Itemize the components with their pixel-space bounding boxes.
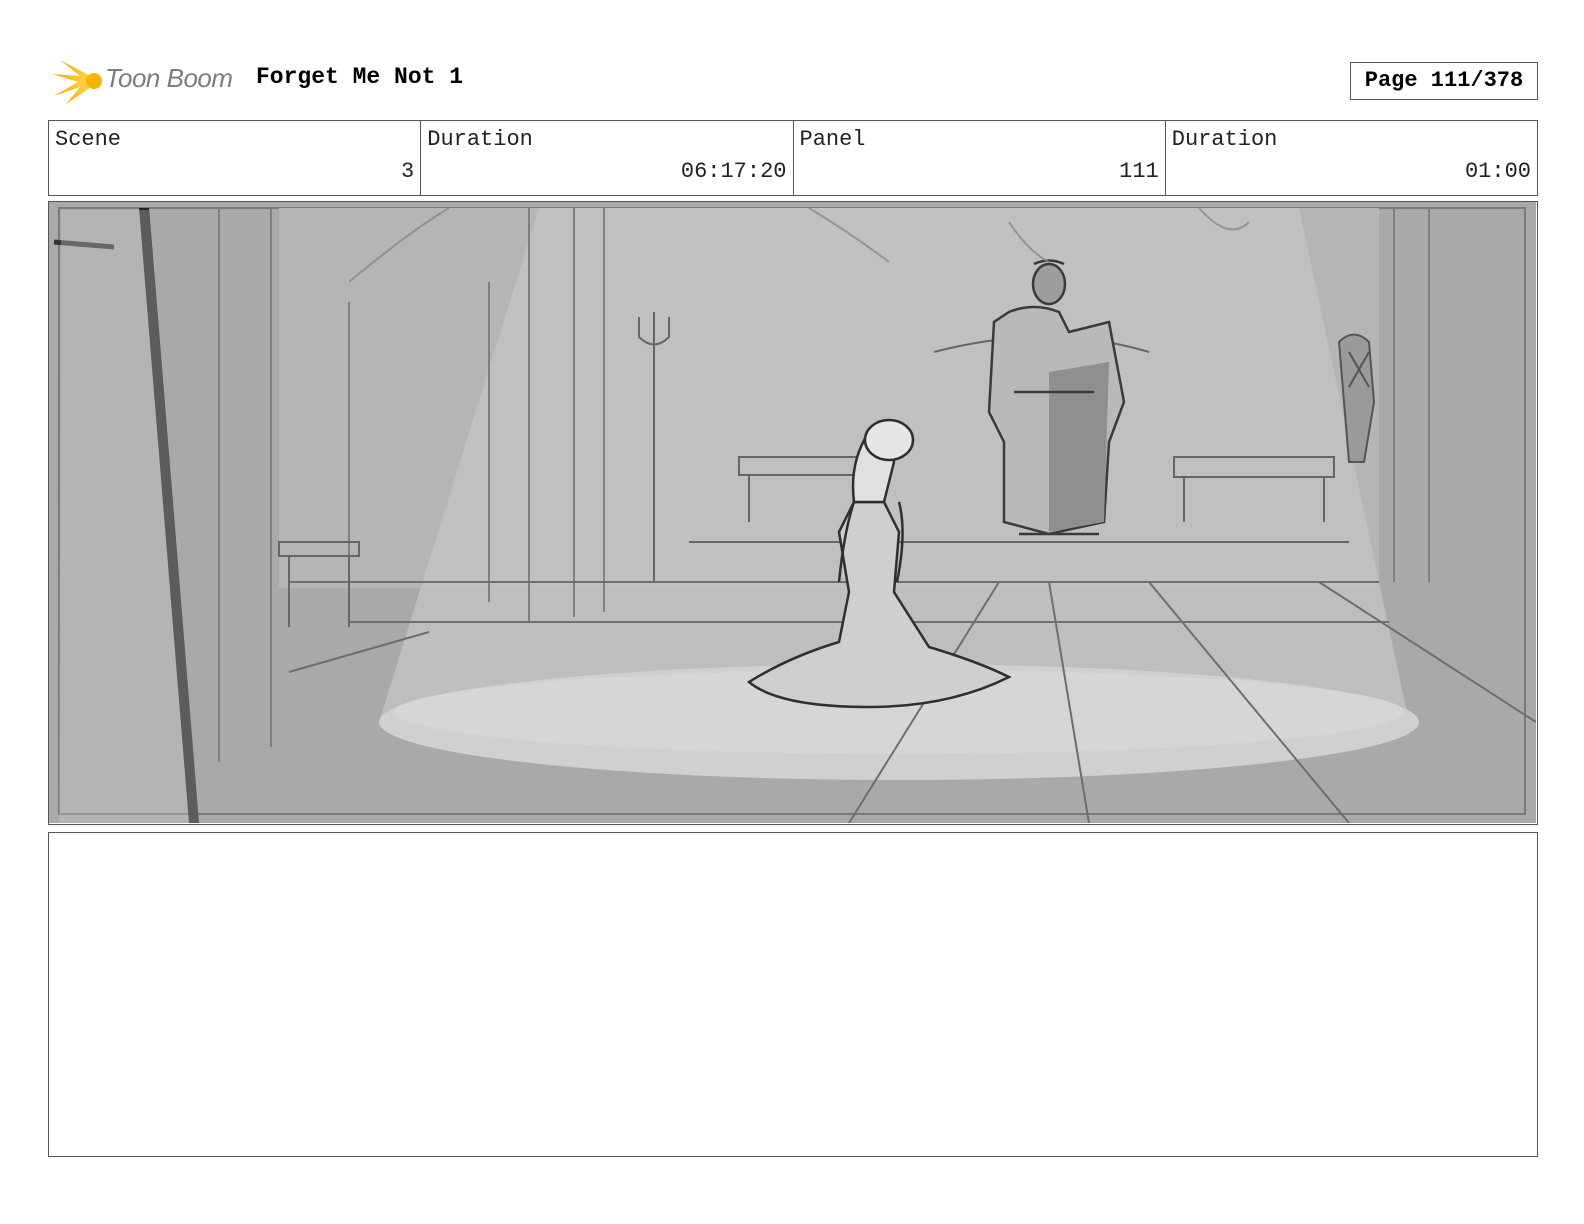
panel-sketch-image <box>49 202 1536 823</box>
toon-boom-logo: Toon Boom <box>50 54 240 108</box>
panel-label: Panel <box>799 127 866 152</box>
scene-label: Scene <box>55 127 122 152</box>
panel-duration-cell: Duration 01:00 <box>1166 121 1537 195</box>
scene-duration-cell: Duration 06:17:20 <box>421 121 794 195</box>
scene-duration-label: Duration <box>427 127 533 152</box>
panel-info-table: Scene 3 Duration 06:17:20 Panel 111 Dura… <box>48 120 1538 196</box>
panel-duration-value: 01:00 <box>1464 159 1531 184</box>
panel-value: 111 <box>1119 159 1159 184</box>
project-title: Forget Me Not 1 <box>256 64 464 90</box>
logo-text: Toon Boom <box>105 63 233 93</box>
scene-value: 3 <box>401 159 415 184</box>
starburst-icon <box>52 60 102 104</box>
storyboard-panel <box>48 201 1538 825</box>
panel-notes-box <box>48 832 1538 1157</box>
page-number: Page 111/378 <box>1350 62 1538 100</box>
panel-cell: Panel 111 <box>794 121 1166 195</box>
panel-duration-label: Duration <box>1171 127 1278 152</box>
scene-duration-value: 06:17:20 <box>680 159 787 184</box>
scene-cell: Scene 3 <box>49 121 422 195</box>
